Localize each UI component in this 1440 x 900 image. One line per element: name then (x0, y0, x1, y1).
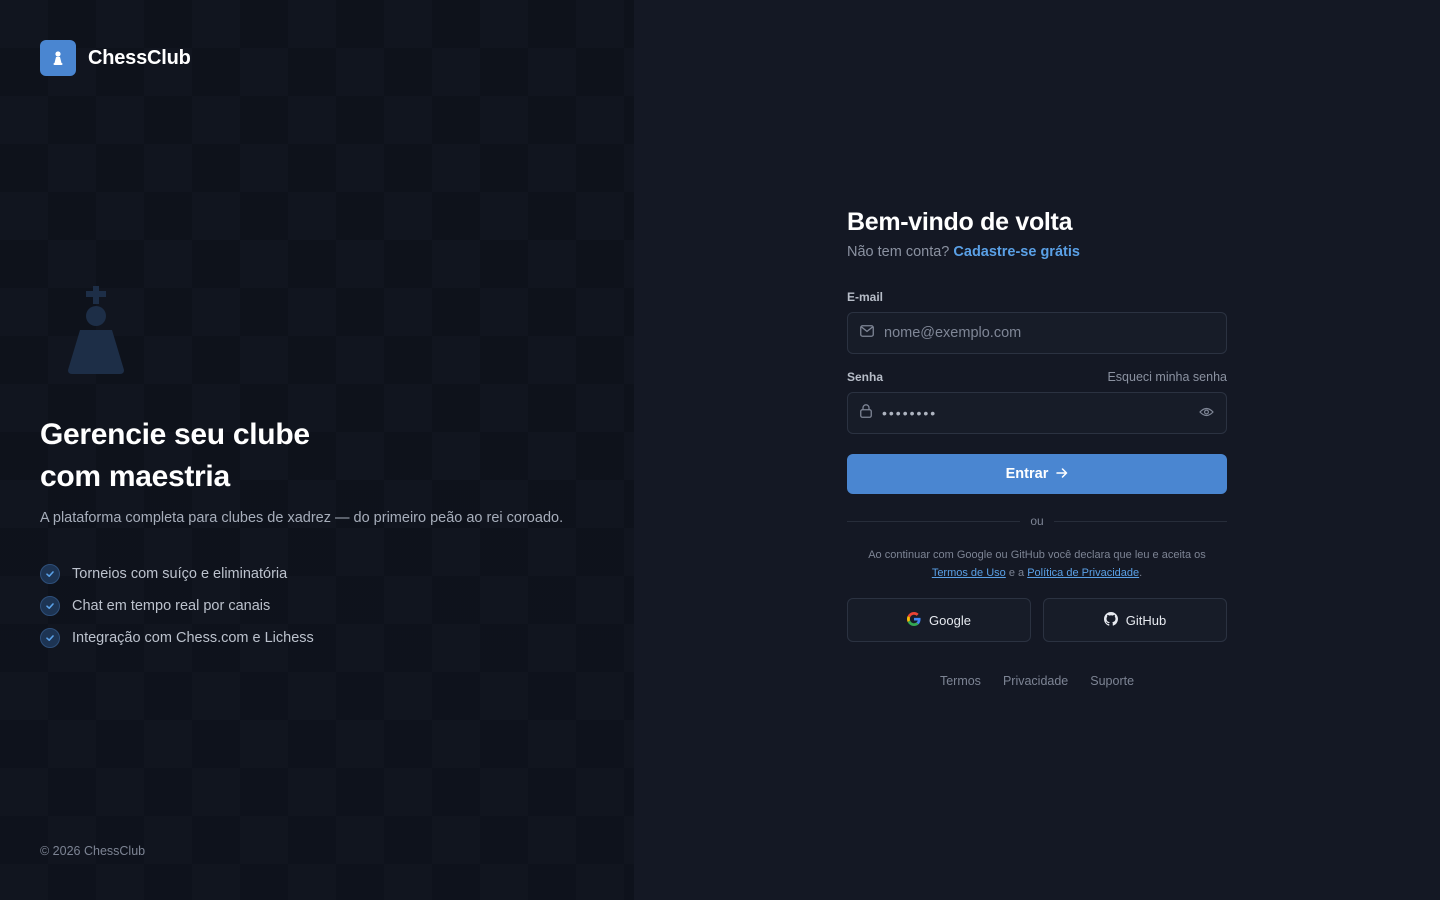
mail-icon (860, 324, 874, 342)
king-piece-icon (68, 286, 124, 374)
no-account-text: Não tem conta? (847, 244, 950, 260)
brand-name: ChessClub (88, 46, 191, 69)
hero-subtitle: A plataforma completa para clubes de xad… (40, 510, 564, 526)
login-button-label: Entrar (1005, 466, 1049, 482)
password-group: Senha Esqueci minha senha •••••••• (847, 370, 1227, 434)
footer-privacy-link[interactable]: Privacidade (1003, 674, 1068, 688)
login-form: Bem-vindo de volta Não tem conta? Cadast… (847, 206, 1228, 688)
signup-prompt: Não tem conta? Cadastre-se grátis (847, 244, 1227, 260)
divider-text: ou (1030, 514, 1044, 528)
signup-link[interactable]: Cadastre-se grátis (953, 244, 1080, 260)
divider: ou (847, 514, 1228, 528)
list-item: Integração com Chess.com e Lichess (40, 622, 314, 654)
check-icon (40, 628, 60, 648)
feature-text: Chat em tempo real por canais (72, 598, 271, 614)
footer-support-link[interactable]: Suporte (1090, 674, 1134, 688)
google-icon (907, 611, 921, 629)
feature-text: Integração com Chess.com e Lichess (72, 630, 314, 646)
email-group: E-mail (847, 290, 1227, 354)
list-item: Torneios com suíço e eliminatória (40, 558, 314, 590)
email-input[interactable] (884, 325, 1214, 341)
oauth-buttons: Google GitHub (847, 598, 1227, 642)
github-button-label: GitHub (1125, 612, 1167, 628)
check-icon (40, 596, 60, 616)
email-label: E-mail (847, 290, 884, 304)
privacy-policy-link[interactable]: Política de Privacidade (1027, 567, 1139, 579)
page-title: Bem-vindo de volta (847, 208, 1073, 236)
google-button-label: Google (929, 612, 971, 628)
hero-panel: ChessClub Gerencie seu clube com maestri… (0, 0, 634, 900)
oauth-disclaimer: Ao continuar com Google ou GitHub você d… (868, 549, 1206, 579)
password-field[interactable]: •••••••• (847, 392, 1227, 434)
login-button[interactable]: Entrar (847, 454, 1227, 494)
footer-terms-link[interactable]: Termos (940, 674, 981, 688)
footer-links: Termos Privacidade Suporte (847, 674, 1227, 688)
feature-text: Torneios com suíço e eliminatória (72, 566, 288, 582)
google-button[interactable]: Google (847, 598, 1031, 642)
arrow-right-icon (1056, 466, 1068, 482)
forgot-password-link[interactable]: Esqueci minha senha (1107, 370, 1227, 384)
github-icon (1103, 611, 1118, 629)
feature-list: Torneios com suíço e eliminatória Chat e… (40, 558, 314, 654)
list-item: Chat em tempo real por canais (40, 590, 314, 622)
eye-icon[interactable] (1199, 404, 1214, 422)
brand[interactable]: ChessClub (40, 40, 191, 76)
terms-of-use-link[interactable]: Termos de Uso (932, 567, 1006, 579)
password-input[interactable]: •••••••• (882, 405, 1189, 421)
hero-title: Gerencie seu clube com maestria (40, 418, 310, 493)
lock-icon (860, 403, 872, 423)
email-field-wrapper[interactable] (847, 312, 1227, 354)
github-button[interactable]: GitHub (1043, 598, 1227, 642)
password-label: Senha (847, 370, 884, 384)
copyright: © 2026 ChessClub (40, 844, 146, 858)
pawn-icon (40, 40, 76, 76)
check-icon (40, 564, 60, 584)
